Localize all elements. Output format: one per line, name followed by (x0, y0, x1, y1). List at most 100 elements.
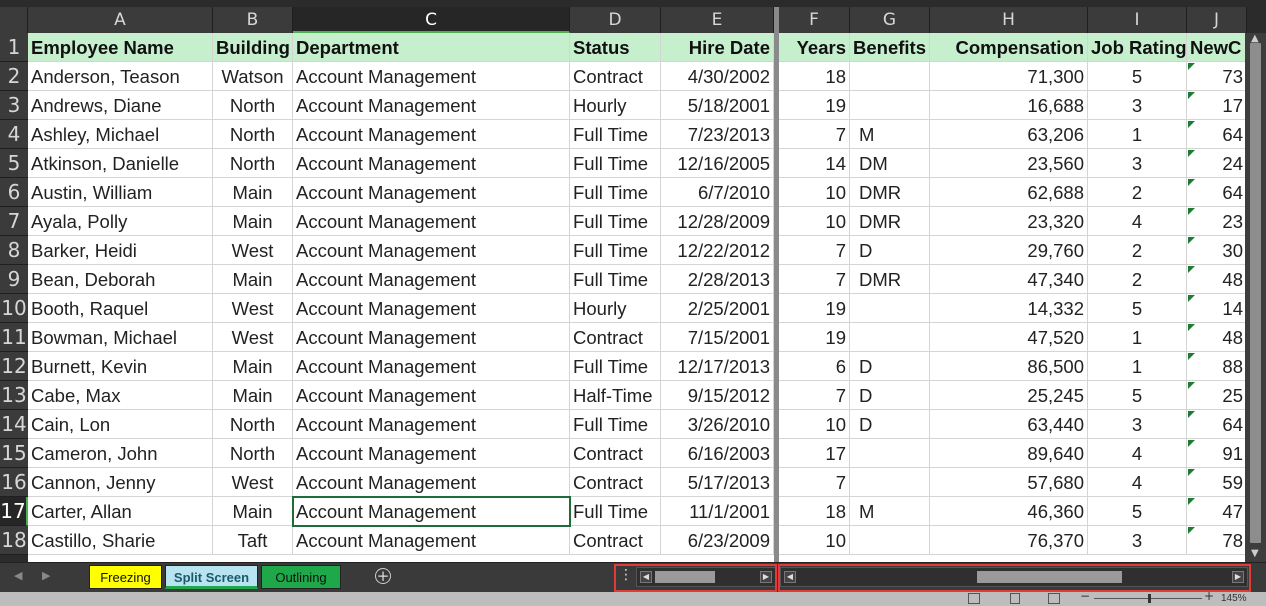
column-header-f[interactable]: F (779, 7, 850, 33)
data-cell-years[interactable]: 10 (779, 526, 850, 555)
data-cell-benefits[interactable]: DMR (850, 265, 930, 294)
data-cell-dept[interactable]: Account Management (293, 265, 570, 294)
data-cell-building[interactable]: West (213, 236, 293, 265)
data-cell-newc[interactable]: 64 (1187, 410, 1245, 439)
data-cell-benefits[interactable]: D (850, 410, 930, 439)
data-cell-dept[interactable]: Account Management (293, 207, 570, 236)
left-pane-horizontal-scrollbar[interactable]: ◀ ▶ (636, 567, 776, 587)
error-indicator-icon[interactable] (1188, 92, 1195, 99)
data-cell-status[interactable]: Full Time (570, 236, 661, 265)
data-cell-status[interactable]: Contract (570, 468, 661, 497)
column-header-c[interactable]: C (293, 7, 570, 33)
error-indicator-icon[interactable] (1188, 266, 1195, 273)
data-cell-name[interactable]: Cain, Lon (28, 410, 213, 439)
data-cell-hire[interactable]: 12/22/2012 (661, 236, 774, 265)
data-cell-comp[interactable]: 76,370 (930, 526, 1088, 555)
data-cell-hire[interactable]: 6/16/2003 (661, 439, 774, 468)
sheet-tab-outlining[interactable]: Outlining (261, 565, 341, 589)
data-cell-hire[interactable]: 2/25/2001 (661, 294, 774, 323)
error-indicator-icon[interactable] (1188, 527, 1195, 534)
add-sheet-icon[interactable]: + (375, 568, 391, 584)
data-cell-comp[interactable]: 89,640 (930, 439, 1088, 468)
scroll-down-arrow-icon[interactable]: ▼ (1251, 548, 1259, 559)
header-cell-department[interactable]: Department (293, 33, 570, 62)
data-cell-benefits[interactable] (850, 62, 930, 91)
data-cell-benefits[interactable]: D (850, 236, 930, 265)
data-cell-rating[interactable]: 4 (1088, 207, 1187, 236)
column-header-g[interactable]: G (850, 7, 930, 33)
data-cell-rating[interactable]: 1 (1088, 352, 1187, 381)
cell-grid[interactable]: Employee Name Building Department Status Hir… (28, 33, 1245, 562)
data-cell-hire[interactable]: 12/28/2009 (661, 207, 774, 236)
data-cell-newc[interactable]: 14 (1187, 294, 1245, 323)
data-cell-comp[interactable]: 23,560 (930, 149, 1088, 178)
data-cell-newc[interactable]: 25 (1187, 381, 1245, 410)
data-cell-rating[interactable]: 5 (1088, 497, 1187, 526)
data-cell-rating[interactable]: 1 (1088, 120, 1187, 149)
data-cell-building[interactable]: Main (213, 352, 293, 381)
data-cell-newc[interactable]: 64 (1187, 120, 1245, 149)
data-cell-years[interactable]: 6 (779, 352, 850, 381)
data-cell-status[interactable]: Full Time (570, 120, 661, 149)
data-cell-rating[interactable]: 2 (1088, 178, 1187, 207)
data-cell-dept[interactable]: Account Management (293, 352, 570, 381)
data-cell-name[interactable]: Ashley, Michael (28, 120, 213, 149)
tab-split-handle-icon[interactable]: ⋮ (619, 567, 633, 583)
data-cell-benefits[interactable] (850, 91, 930, 120)
data-cell-building[interactable]: West (213, 294, 293, 323)
row-header[interactable]: 9 (0, 265, 28, 294)
zoom-in-icon[interactable]: + (1204, 589, 1214, 603)
header-cell-employee-name[interactable]: Employee Name (28, 33, 213, 62)
data-cell-newc[interactable]: 17 (1187, 91, 1245, 120)
data-cell-newc[interactable]: 88 (1187, 352, 1245, 381)
data-cell-name[interactable]: Burnett, Kevin (28, 352, 213, 381)
header-cell-status[interactable]: Status (570, 33, 661, 62)
data-cell-status[interactable]: Full Time (570, 207, 661, 236)
data-cell-comp[interactable]: 23,320 (930, 207, 1088, 236)
row-header[interactable]: 3 (0, 91, 28, 120)
data-cell-name[interactable]: Carter, Allan (28, 497, 213, 526)
page-layout-view-icon[interactable] (1010, 593, 1020, 604)
data-cell-years[interactable]: 7 (779, 120, 850, 149)
header-cell-compensation[interactable]: Compensation (930, 33, 1088, 62)
data-cell-years[interactable]: 10 (779, 207, 850, 236)
data-cell-name[interactable]: Ayala, Polly (28, 207, 213, 236)
data-cell-dept[interactable]: Account Management (293, 62, 570, 91)
data-cell-building[interactable]: North (213, 91, 293, 120)
data-cell-name[interactable]: Cabe, Max (28, 381, 213, 410)
data-cell-status[interactable]: Full Time (570, 352, 661, 381)
data-cell-comp[interactable]: 63,206 (930, 120, 1088, 149)
data-cell-rating[interactable]: 2 (1088, 236, 1187, 265)
data-cell-newc[interactable]: 47 (1187, 497, 1245, 526)
error-indicator-icon[interactable] (1188, 150, 1195, 157)
scroll-right-arrow-icon[interactable]: ▶ (760, 571, 772, 583)
data-cell-dept[interactable]: Account Management (293, 178, 570, 207)
select-all-corner[interactable] (0, 7, 28, 33)
data-cell-hire[interactable]: 9/15/2012 (661, 381, 774, 410)
sheet-tab-split-screen[interactable]: Split Screen (165, 565, 258, 589)
data-cell-comp[interactable]: 71,300 (930, 62, 1088, 91)
data-cell-building[interactable]: Main (213, 381, 293, 410)
data-cell-hire[interactable]: 4/30/2002 (661, 62, 774, 91)
data-cell-status[interactable]: Full Time (570, 149, 661, 178)
data-cell-rating[interactable]: 1 (1088, 323, 1187, 352)
data-cell-building[interactable]: Taft (213, 526, 293, 555)
data-cell-building[interactable]: North (213, 410, 293, 439)
data-cell-dept[interactable]: Account Management (293, 468, 570, 497)
sheet-tab-freezing[interactable]: Freezing (89, 565, 162, 589)
data-cell-comp[interactable]: 63,440 (930, 410, 1088, 439)
data-cell-name[interactable]: Austin, William (28, 178, 213, 207)
page-break-view-icon[interactable] (1048, 593, 1060, 604)
data-cell-dept[interactable]: Account Management (293, 91, 570, 120)
column-header-b[interactable]: B (213, 7, 293, 33)
data-cell-years[interactable]: 17 (779, 439, 850, 468)
data-cell-benefits[interactable]: M (850, 120, 930, 149)
zoom-out-icon[interactable]: − (1080, 589, 1090, 603)
data-cell-status[interactable]: Full Time (570, 178, 661, 207)
data-cell-rating[interactable]: 3 (1088, 149, 1187, 178)
row-header[interactable]: 7 (0, 207, 28, 236)
data-cell-hire[interactable]: 11/1/2001 (661, 497, 774, 526)
data-cell-newc[interactable]: 73 (1187, 62, 1245, 91)
data-cell-benefits[interactable]: D (850, 381, 930, 410)
data-cell-years[interactable]: 7 (779, 265, 850, 294)
